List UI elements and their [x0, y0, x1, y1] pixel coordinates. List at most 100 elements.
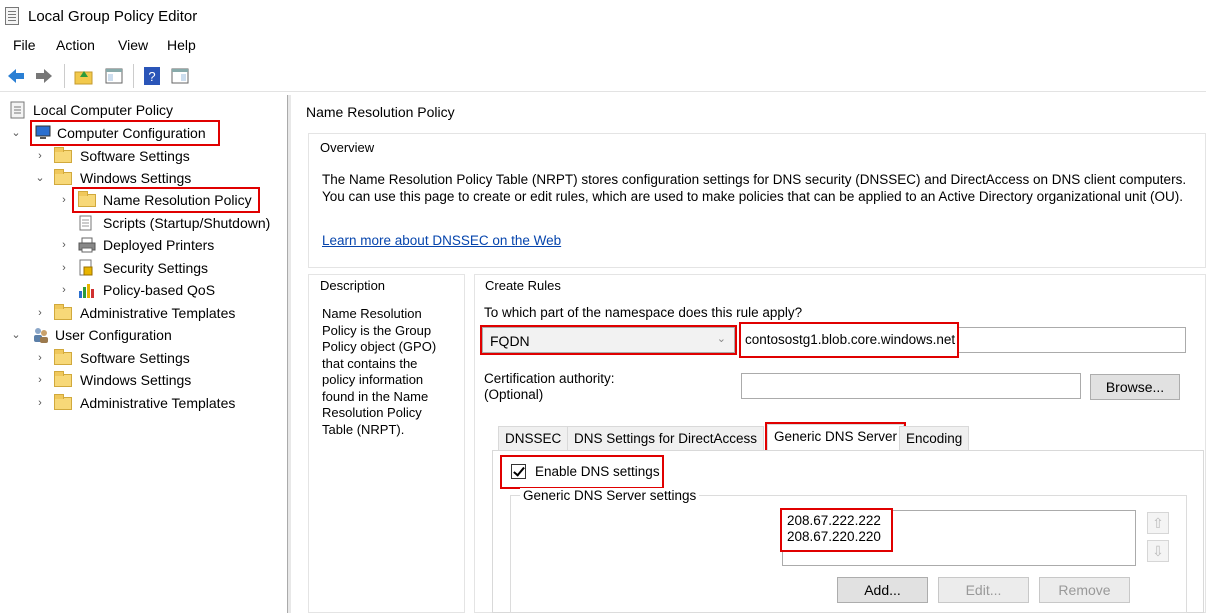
tree-item-user-software-settings[interactable]: › Software Settings	[34, 347, 190, 369]
folder-icon	[54, 348, 72, 365]
up-folder-icon[interactable]	[74, 66, 94, 86]
folder-icon	[54, 393, 72, 410]
chevron-down-icon[interactable]: ⌄	[10, 127, 22, 139]
tab-dns-settings-directaccess[interactable]: DNS Settings for DirectAccess	[567, 426, 765, 450]
tree-item-label: Windows Settings	[80, 372, 192, 388]
chevron-right-icon[interactable]: ›	[58, 262, 70, 274]
tree-item-deployed-printers[interactable]: › Deployed Printers	[58, 234, 214, 256]
tab-encoding[interactable]: Encoding	[899, 426, 970, 450]
tree-item-administrative-templates[interactable]: › Administrative Templates	[34, 302, 235, 324]
chevron-right-icon[interactable]: ›	[58, 239, 70, 251]
tree-item-user-configuration[interactable]: ⌄ User Configuration	[10, 324, 172, 346]
tree-item-policy-based-qos[interactable]: › Policy-based QoS	[58, 279, 215, 301]
tree-item-name-resolution-policy[interactable]: › Name Resolution Policy	[58, 187, 260, 213]
chevron-right-icon[interactable]: ›	[34, 352, 46, 364]
menu-help[interactable]: Help	[167, 37, 196, 53]
tree-item-label: Computer Configuration	[57, 125, 206, 141]
cert-authority-input[interactable]	[741, 373, 1081, 399]
remove-server-button[interactable]: Remove	[1039, 577, 1130, 603]
folder-icon	[54, 146, 72, 163]
menu-file[interactable]: File	[13, 37, 36, 53]
tab-generic-dns-server[interactable]: Generic DNS Server	[764, 422, 907, 452]
tree-item-security-settings[interactable]: › Security Settings	[58, 257, 208, 279]
users-icon	[34, 328, 48, 343]
chevron-right-icon[interactable]: ›	[34, 397, 46, 409]
back-arrow-icon[interactable]	[6, 66, 26, 86]
tree-item-label: Local Computer Policy	[33, 102, 174, 118]
pane-splitter[interactable]	[288, 95, 291, 613]
folder-icon	[54, 168, 72, 185]
tree-item-computer-configuration[interactable]: ⌄ Computer Configuration	[10, 120, 220, 146]
highlight-box: Name Resolution Policy	[72, 187, 260, 213]
tree-item-local-computer-policy[interactable]: Local Computer Policy	[10, 99, 173, 121]
chevron-right-icon[interactable]: ›	[34, 307, 46, 319]
window-title: Local Group Policy Editor	[28, 8, 198, 25]
tree-item-user-administrative-templates[interactable]: › Administrative Templates	[34, 392, 235, 414]
chevron-right-icon[interactable]: ›	[34, 150, 46, 162]
help-icon[interactable]: ?	[142, 66, 162, 86]
computer-icon	[35, 125, 51, 139]
show-hide-tree-icon[interactable]	[104, 66, 124, 86]
tree-item-label: Administrative Templates	[80, 395, 236, 411]
chevron-right-icon[interactable]: ›	[58, 194, 70, 206]
enable-dns-label: Enable DNS settings	[535, 464, 660, 479]
folder-icon	[54, 303, 72, 320]
chevron-down-icon: ⌄	[716, 333, 726, 345]
forward-arrow-icon[interactable]	[34, 66, 54, 86]
qos-chart-icon	[79, 284, 94, 298]
highlight-box: Computer Configuration	[30, 120, 220, 146]
namespace-question: To which part of the namespace does this…	[484, 305, 803, 320]
page-title: Name Resolution Policy	[306, 104, 455, 120]
list-item[interactable]: 208.67.222.222	[787, 513, 886, 529]
move-down-icon[interactable]: ⇩	[1147, 540, 1169, 562]
security-icon	[79, 259, 93, 276]
tree-item-label: Administrative Templates	[80, 305, 236, 321]
overview-line-2: You can use this page to create or edit …	[322, 189, 1183, 204]
browse-button[interactable]: Browse...	[1090, 374, 1180, 400]
chevron-down-icon[interactable]: ⌄	[10, 329, 22, 341]
policy-editor-icon	[5, 7, 19, 25]
menu-view[interactable]: View	[118, 37, 148, 53]
overview-line-1: The Name Resolution Policy Table (NRPT) …	[322, 172, 1187, 187]
toolbar-separator	[133, 64, 134, 88]
folder-icon	[54, 370, 72, 387]
overview-text: The Name Resolution Policy Table (NRPT) …	[322, 171, 1186, 205]
chevron-down-icon[interactable]: ⌄	[34, 172, 46, 184]
create-rules-label: Create Rules	[482, 278, 564, 293]
tree-item-label: Software Settings	[80, 350, 190, 366]
tree-item-label: Policy-based QoS	[103, 282, 216, 298]
dnssec-learn-more-link[interactable]: Learn more about DNSSEC on the Web	[322, 233, 561, 248]
tree-item-windows-settings[interactable]: ⌄ Windows Settings	[34, 167, 191, 189]
enable-dns-checkbox[interactable]	[511, 464, 526, 479]
add-server-button[interactable]: Add...	[837, 577, 928, 603]
tab-dnssec[interactable]: DNSSEC	[498, 426, 569, 450]
move-up-icon[interactable]: ⇧	[1147, 512, 1169, 534]
tree-item-software-settings[interactable]: › Software Settings	[34, 145, 190, 167]
script-icon	[79, 215, 92, 231]
tree-item-user-windows-settings[interactable]: › Windows Settings	[34, 369, 191, 391]
menu-action[interactable]: Action	[56, 37, 95, 53]
tree-item-label: Scripts (Startup/Shutdown)	[103, 215, 271, 231]
svg-text:?: ?	[148, 69, 155, 84]
dns-server-list-items: 208.67.222.222 208.67.220.220	[780, 508, 893, 552]
folder-icon	[78, 190, 96, 207]
description-label: Description	[318, 278, 388, 293]
description-text: Name Resolution Policy is the Group Poli…	[322, 306, 437, 437]
tree-item-label: User Configuration	[55, 327, 172, 343]
list-item[interactable]: 208.67.220.220	[787, 529, 886, 545]
chevron-right-icon[interactable]: ›	[58, 284, 70, 296]
overview-label: Overview	[318, 140, 377, 155]
tree-item-label: Deployed Printers	[103, 237, 215, 253]
chevron-right-icon[interactable]: ›	[34, 374, 46, 386]
edit-server-button[interactable]: Edit...	[938, 577, 1029, 603]
toolbar-separator	[64, 64, 65, 88]
tree-item-label: Security Settings	[103, 260, 209, 276]
tree-item-scripts[interactable]: Scripts (Startup/Shutdown)	[58, 212, 270, 234]
tree-item-label: Name Resolution Policy	[103, 192, 252, 208]
namespace-input[interactable]: contosostg1.blob.core.windows.net	[739, 322, 959, 358]
namespace-type-dropdown[interactable]: FQDN ⌄	[480, 325, 737, 355]
policy-document-icon	[10, 101, 25, 119]
printer-icon	[78, 237, 96, 253]
tree-item-label: Windows Settings	[80, 170, 192, 186]
properties-icon[interactable]	[170, 66, 190, 86]
